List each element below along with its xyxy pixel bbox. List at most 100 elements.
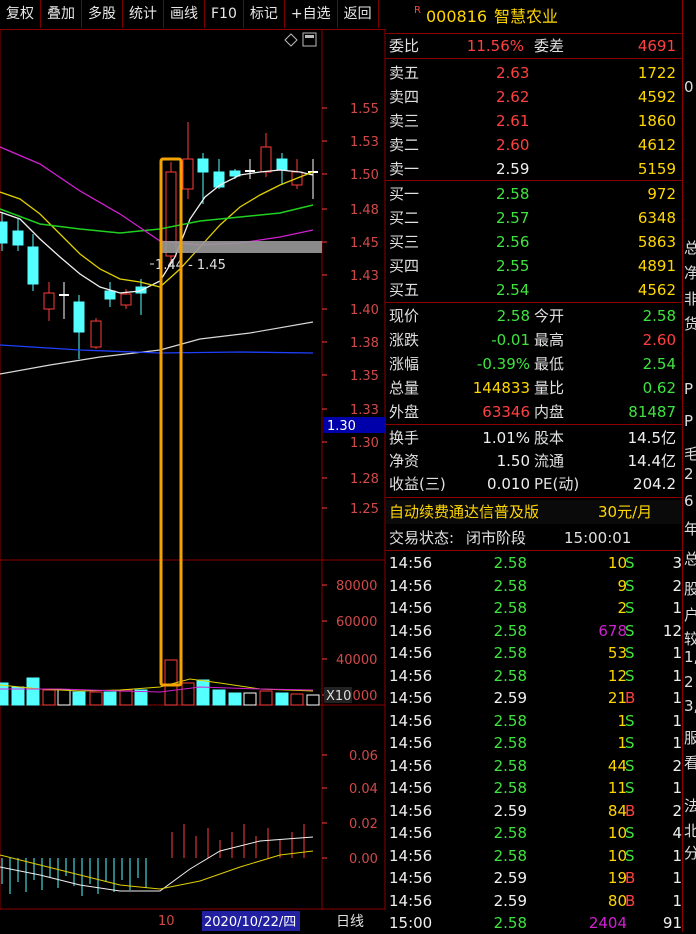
fund-label: 股本 [534,429,565,447]
tick-price: 2.59 [493,801,527,820]
asks-level-row[interactable]: 卖三 2.61 1860 [386,110,682,132]
stat-row: 外盘 63346 内盘 81487 [386,401,682,423]
price-axis-label: 1.48 [350,203,379,218]
tick-row[interactable]: 14:56 2.58 2 S 1 [386,597,682,619]
tick-row[interactable]: 14:56 2.59 84 B 2 [386,800,682,822]
tick-row[interactable]: 14:56 2.58 10 S 3 [386,552,682,574]
price-axis-label: 1.53 [350,135,379,150]
tick-count: 1 [672,711,682,730]
level-price: 2.57 [496,209,530,227]
price-axis-label: 1.38 [350,336,379,351]
tick-price: 2.58 [493,554,527,572]
stat-label: 涨跌 [389,331,420,349]
tick-row[interactable]: 14:56 2.58 10 S 1 [386,845,682,867]
level-label: 卖五 [389,64,420,82]
toolbar-button[interactable]: 多股 [82,0,123,28]
volume-bar [228,692,242,706]
tick-side: S [625,779,635,797]
asks-level-row[interactable]: 卖五 2.63 1722 [386,62,682,84]
edge-text: 2 [684,465,694,483]
tick-row[interactable]: 14:56 2.58 1 S 1 [386,710,682,732]
stat-label: 总量 [389,379,420,397]
tick-price: 2.58 [493,576,527,595]
stat-label: 涨幅 [389,355,420,373]
tick-row[interactable]: 14:56 2.58 678 S 12 [386,620,682,642]
dif-line [0,836,314,892]
bids-level-row[interactable]: 买一 2.58 972 [386,183,682,205]
tick-row[interactable]: 14:56 2.58 53 S 1 [386,642,682,664]
toolbar-button[interactable]: 统计 [123,0,164,28]
toolbar-button[interactable]: +自选 [285,0,338,28]
wb-label: 委比 [389,37,420,55]
edge-text: 看 [684,752,696,773]
promo-banner[interactable]: 自动续费通达信普及版 30元/月 [386,500,682,524]
bids-level-row[interactable]: 买五 2.54 4562 [386,279,682,301]
tick-row[interactable]: 14:56 2.58 44 S 2 [386,755,682,777]
ma120-line [0,344,314,354]
tick-count: 1 [672,846,682,865]
tick-side: S [625,554,635,572]
level-label: 卖三 [389,112,420,130]
tick-count: 2 [672,801,682,820]
stock-badge: R [414,5,421,16]
tick-time: 14:56 [389,711,433,730]
macd-axis-label: 0.06 [349,749,378,764]
level-volume: 5159 [637,160,676,178]
tick-row[interactable]: 15:00 2.58 2404 91 [386,912,682,934]
tick-row[interactable]: 14:56 2.58 11 S 1 [386,777,682,799]
candle-body [73,301,85,333]
asks-level-row[interactable]: 卖二 2.60 4612 [386,134,682,156]
volume-bar [119,689,133,706]
tick-price: 2.58 [493,599,527,617]
fund-label: 换手 [389,429,420,447]
price-axis-label: 1.45 [350,236,379,251]
toolbar-button[interactable]: F10 [205,0,244,28]
price-axis-label: 1.30 [350,436,379,451]
tick-price: 2.58 [493,779,527,797]
asks-level-row[interactable]: 卖四 2.62 4592 [386,86,682,108]
asks-level-row[interactable]: 卖一 2.59 5159 [386,158,682,180]
bids-level-row[interactable]: 买二 2.57 6348 [386,207,682,229]
fund-row: 收益(三) 0.010 PE(动) 204.2 [386,473,682,495]
edge-text: 法 [684,795,696,816]
tick-row[interactable]: 14:56 2.59 80 B 1 [386,890,682,912]
tick-price: 2.58 [493,666,527,685]
kline-chart[interactable]: 1.55 1.53 1.50 1.48 1.45 1.43 1.40 1.38 1.35 1.33… [0,29,386,932]
toolbar-button[interactable]: 叠加 [41,0,82,28]
trade-status-time: 15:00:01 [564,529,632,547]
stat-label: 今开 [534,307,565,325]
ma20-line [0,204,314,234]
tick-time: 14:56 [389,554,433,572]
tick-time: 14:56 [389,891,433,910]
bids-level-row[interactable]: 买三 2.56 5863 [386,231,682,253]
stock-code[interactable]: 000816 [426,4,487,30]
level-volume: 4592 [637,88,676,106]
toolbar-button[interactable]: 标记 [244,0,285,28]
tick-price: 2.59 [493,689,527,707]
edge-text: 总 [684,237,696,258]
fund-value: 14.4亿 [627,452,676,470]
toolbar-button[interactable]: 返回 [338,0,379,28]
tick-row[interactable]: 14:56 2.59 21 B 1 [386,687,682,709]
divider [386,424,682,425]
tick-row[interactable]: 14:56 2.59 19 B 1 [386,867,682,889]
tick-row[interactable]: 14:56 2.58 1 S 1 [386,732,682,754]
price-axis-label: 1.43 [350,269,379,284]
tick-side: S [625,644,635,662]
tick-row[interactable]: 14:56 2.58 12 S 1 [386,665,682,687]
volume-unit-label: X10 [326,689,351,704]
tick-time: 14:56 [389,779,433,797]
tick-row[interactable]: 14:56 2.58 10 S 4 [386,822,682,844]
volume-bar [259,690,273,706]
stock-name[interactable]: 智慧农业 [494,4,558,30]
toolbar-button[interactable]: 画线 [164,0,205,28]
tick-price: 2.59 [493,869,527,887]
tick-row[interactable]: 14:56 2.58 9 S 2 [386,575,682,597]
level-volume: 1860 [637,112,676,130]
toolbar-button[interactable]: 复权 [0,0,41,28]
bids-level-row[interactable]: 买四 2.55 4891 [386,255,682,277]
volume-axis-label: 60000 [336,615,377,630]
edge-text: 1, [684,648,696,666]
stat-label: 最低 [534,355,565,373]
bottom-date-label: 2020/10/22/四 [204,915,296,930]
